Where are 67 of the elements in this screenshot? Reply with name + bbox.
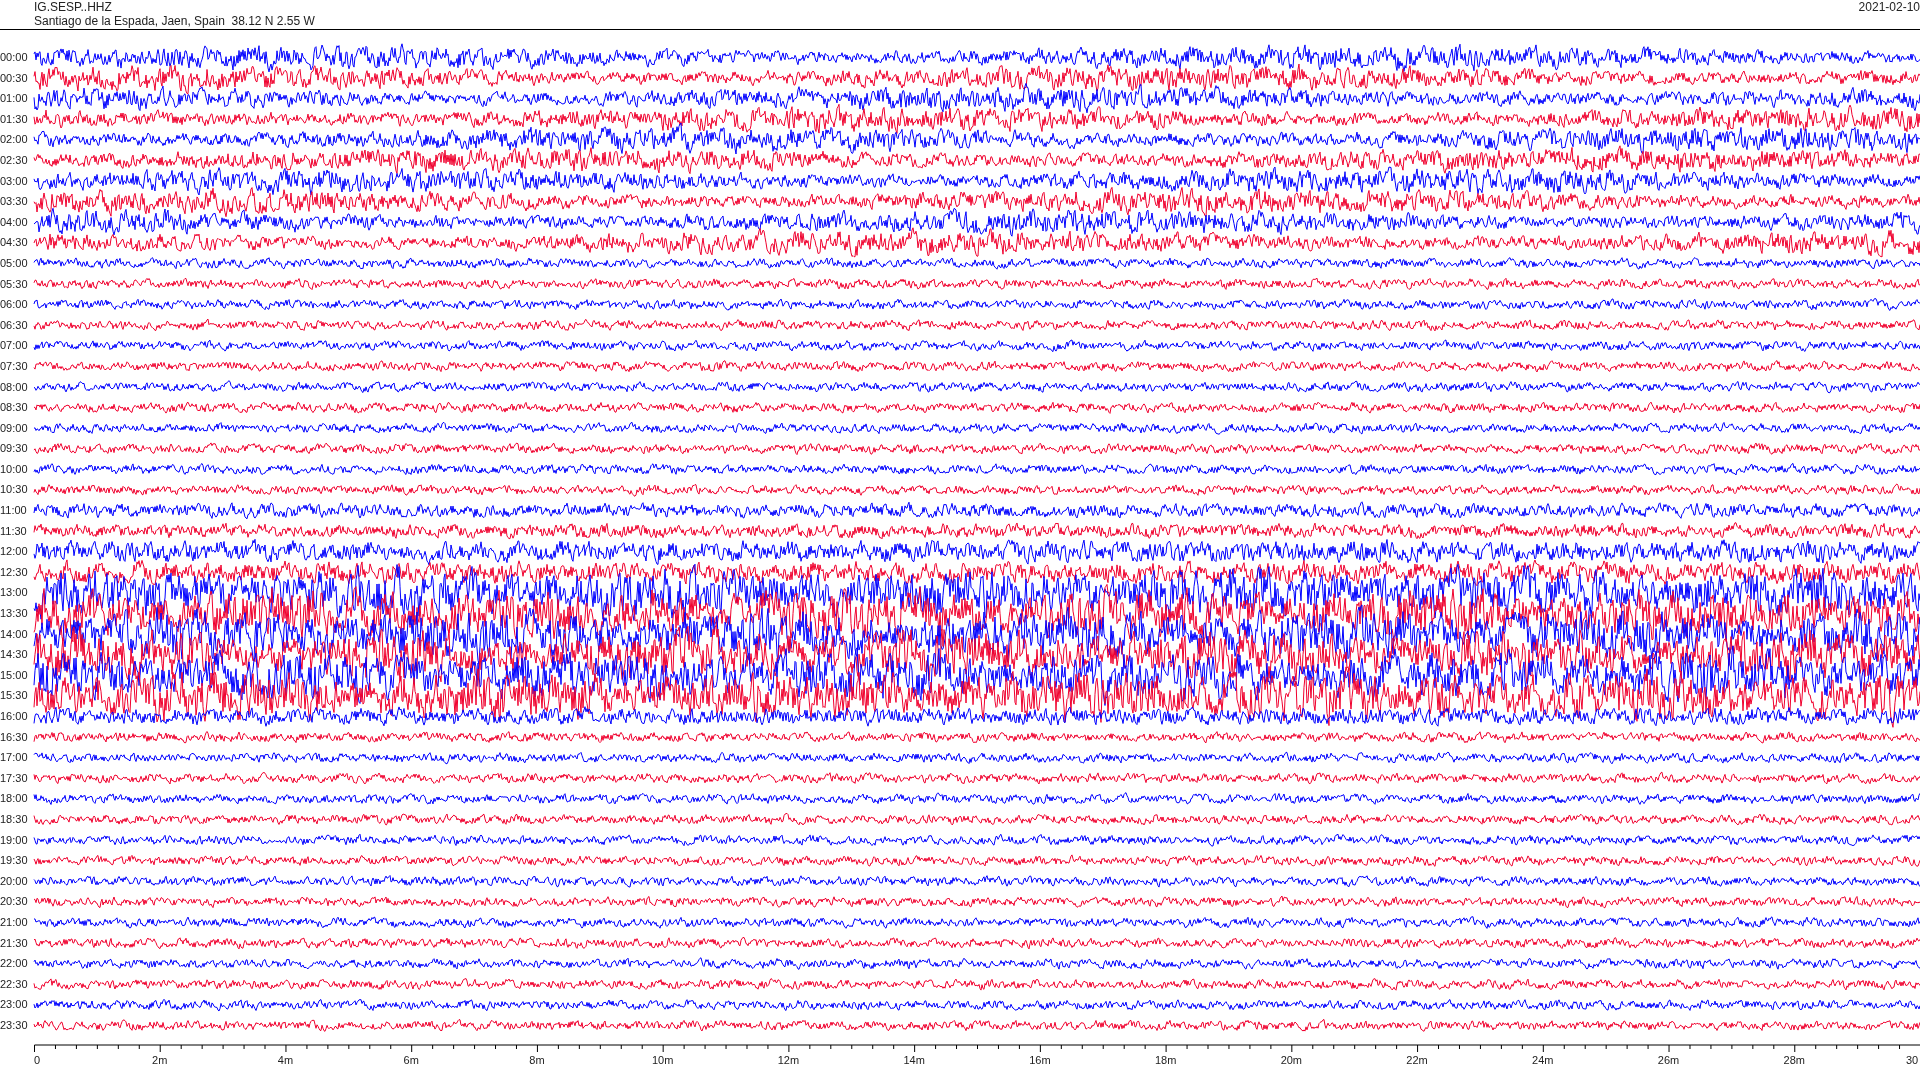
time-label: 20:30 xyxy=(0,894,29,910)
station-code: IG.SESP..HHZ xyxy=(34,0,113,14)
time-label: 23:30 xyxy=(0,1017,29,1033)
time-label: 17:30 xyxy=(0,770,29,786)
time-label: 21:00 xyxy=(0,914,29,930)
time-label: 13:00 xyxy=(0,585,29,601)
axis-tick-label: 2m xyxy=(152,1053,168,1066)
time-label: 16:30 xyxy=(0,729,29,745)
time-label: 09:00 xyxy=(0,420,29,436)
time-label: 14:30 xyxy=(0,647,29,663)
station-location: Santiago de la Espada, Jaen, Spain 38.12 N 2.55 W xyxy=(34,14,315,28)
time-label: 05:30 xyxy=(0,276,29,292)
time-label: 02:30 xyxy=(0,152,29,168)
time-label: 12:00 xyxy=(0,544,29,560)
time-label: 23:00 xyxy=(0,997,29,1013)
time-label: 03:00 xyxy=(0,173,29,189)
time-label: 10:30 xyxy=(0,482,29,498)
time-label: 11:00 xyxy=(0,503,28,519)
axis-tick-label: 14m xyxy=(903,1053,925,1066)
time-label: 19:00 xyxy=(0,832,29,848)
time-label: 22:30 xyxy=(0,976,29,992)
time-label: 17:00 xyxy=(0,750,29,766)
time-label: 00:30 xyxy=(0,70,29,86)
time-label: 05:00 xyxy=(0,255,29,271)
time-label: 04:00 xyxy=(0,214,29,230)
axis-tick-label: 28m xyxy=(1783,1053,1805,1066)
axis-tick-label: 0 xyxy=(34,1053,41,1066)
axis-tick-label: 24m xyxy=(1532,1053,1554,1066)
time-label: 11:30 xyxy=(0,523,28,539)
time-label: 07:00 xyxy=(0,338,29,354)
record-date: 2021-02-10 xyxy=(1858,0,1920,16)
axis-tick-label: 4m xyxy=(277,1053,294,1066)
time-label: 13:30 xyxy=(0,606,29,622)
axis-tick-label: 10m xyxy=(651,1053,674,1066)
time-label: 14:00 xyxy=(0,626,29,642)
time-label: 07:30 xyxy=(0,358,29,374)
time-label: 04:30 xyxy=(0,235,29,251)
axis-tick-label: 16m xyxy=(1029,1053,1051,1066)
axis-tick-label: 22m xyxy=(1406,1053,1428,1066)
time-label: 02:00 xyxy=(0,132,29,148)
axis-tick-label: 8m xyxy=(529,1053,545,1066)
time-label: 06:30 xyxy=(0,317,29,333)
time-label: 00:00 xyxy=(0,50,29,65)
axis-tick-label: 12m xyxy=(777,1053,800,1066)
time-label: 18:00 xyxy=(0,791,29,807)
time-label: 01:30 xyxy=(0,111,29,127)
time-label: 19:30 xyxy=(0,853,29,869)
axis-tick-label: 20m xyxy=(1280,1053,1303,1066)
time-label: 16:00 xyxy=(0,709,29,724)
axis-tick-label: 6m xyxy=(403,1053,419,1066)
time-label: 08:00 xyxy=(0,379,29,395)
time-label: 12:30 xyxy=(0,564,29,580)
time-label: 06:00 xyxy=(0,297,29,313)
axis-tick-label: 30 xyxy=(1905,1053,1919,1066)
time-label: 09:30 xyxy=(0,441,29,457)
time-label: 21:30 xyxy=(0,935,29,951)
time-label: 01:00 xyxy=(0,91,29,107)
time-label: 15:30 xyxy=(0,688,29,704)
time-label: 10:00 xyxy=(0,461,29,477)
axis-tick-label: 18m xyxy=(1154,1053,1177,1066)
time-label: 08:30 xyxy=(0,400,29,416)
time-label: 03:30 xyxy=(0,194,29,210)
time-label: 18:30 xyxy=(0,811,29,827)
time-label: 15:00 xyxy=(0,667,29,683)
axis-tick-label: 26m xyxy=(1657,1053,1680,1066)
time-label: 20:00 xyxy=(0,873,29,889)
time-label: 22:00 xyxy=(0,956,29,972)
